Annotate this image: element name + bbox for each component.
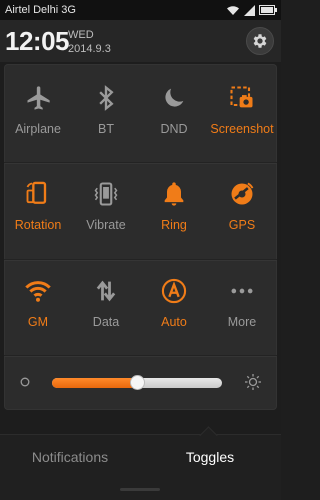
- tab-toggles[interactable]: Toggles: [140, 435, 280, 479]
- toggle-label: Ring: [161, 218, 187, 232]
- toggle-label: GM: [27, 315, 49, 329]
- clock-time: 12:05: [5, 26, 70, 56]
- drag-handle[interactable]: [120, 488, 160, 491]
- moon-icon: [165, 88, 184, 107]
- settings-button[interactable]: [246, 27, 274, 55]
- toggle-label: Vibrate: [86, 218, 126, 232]
- brightness-slider[interactable]: [52, 375, 222, 390]
- status-icons: [226, 3, 277, 17]
- rotation-icon: [26, 181, 47, 204]
- toggle-bluetooth[interactable]: BT: [72, 68, 140, 163]
- airplane-icon: [27, 86, 50, 110]
- brightness-slider-fill: [52, 378, 137, 388]
- status-bar: Airtel Delhi 3G: [0, 0, 281, 20]
- toggle-row: Rotation Vibrate Ring GPS: [4, 164, 277, 259]
- data-arrows-icon: [96, 280, 116, 302]
- toggle-label: More: [227, 315, 257, 329]
- notification-shade: Airtel Delhi 3G 12:05 WED 2014.9.3 Airpl…: [0, 0, 281, 500]
- toggle-label: Airplane: [15, 122, 61, 136]
- toggle-screenshot[interactable]: Screenshot: [208, 68, 276, 163]
- brightness-low-icon: [20, 377, 30, 387]
- shade-header: 12:05 WED 2014.9.3: [0, 20, 281, 62]
- bluetooth-icon: [99, 85, 114, 111]
- toggle-data[interactable]: Data: [72, 261, 140, 356]
- gear-icon: [253, 34, 267, 48]
- brightness-slider-thumb[interactable]: [130, 375, 145, 390]
- toggle-vibrate[interactable]: Vibrate: [72, 164, 140, 259]
- toggle-row: Airplane BT DND Screenshot: [4, 68, 277, 163]
- shade-tabs: Notifications Toggles: [0, 426, 281, 500]
- vibrate-icon: [94, 182, 118, 206]
- toggles-panel: Airplane BT DND Screenshot Rotation Vibr…: [4, 64, 277, 410]
- gps-icon: [231, 182, 254, 205]
- toggle-label: GPS: [228, 218, 256, 232]
- toggle-ring[interactable]: Ring: [140, 164, 208, 259]
- carrier-name: Airtel Delhi 3G: [5, 4, 76, 16]
- toggle-dnd[interactable]: DND: [140, 68, 208, 163]
- toggle-auto-brightness[interactable]: Auto: [140, 261, 208, 356]
- bell-icon: [164, 182, 184, 206]
- toggle-label: DND: [160, 122, 188, 136]
- toggle-label: BT: [98, 122, 114, 136]
- screenshot-icon: [230, 86, 253, 108]
- toggle-more[interactable]: More: [208, 261, 276, 356]
- battery-icon: [259, 5, 277, 15]
- more-dots-icon: [231, 288, 253, 294]
- date-weekday: WED: [68, 29, 94, 41]
- toggle-label: Auto: [161, 315, 187, 329]
- signal-icon: [244, 4, 255, 16]
- toggle-rotation[interactable]: Rotation: [4, 164, 72, 259]
- toggle-label: Screenshot: [210, 122, 274, 136]
- wifi-icon: [25, 281, 51, 302]
- brightness-high-icon: [245, 374, 261, 390]
- toggle-wifi[interactable]: GM: [4, 261, 72, 356]
- tab-notifications[interactable]: Notifications: [0, 435, 140, 479]
- toggle-label: Data: [92, 315, 120, 329]
- wifi-icon: [227, 5, 239, 15]
- toggle-airplane[interactable]: Airplane: [4, 68, 72, 163]
- date-text: 2014.9.3: [68, 43, 111, 55]
- toggle-gps[interactable]: GPS: [208, 164, 276, 259]
- brightness-control: [4, 357, 277, 409]
- toggle-label: Rotation: [14, 218, 62, 232]
- auto-brightness-icon: [161, 278, 187, 304]
- toggle-row: GM Data Auto More: [4, 261, 277, 356]
